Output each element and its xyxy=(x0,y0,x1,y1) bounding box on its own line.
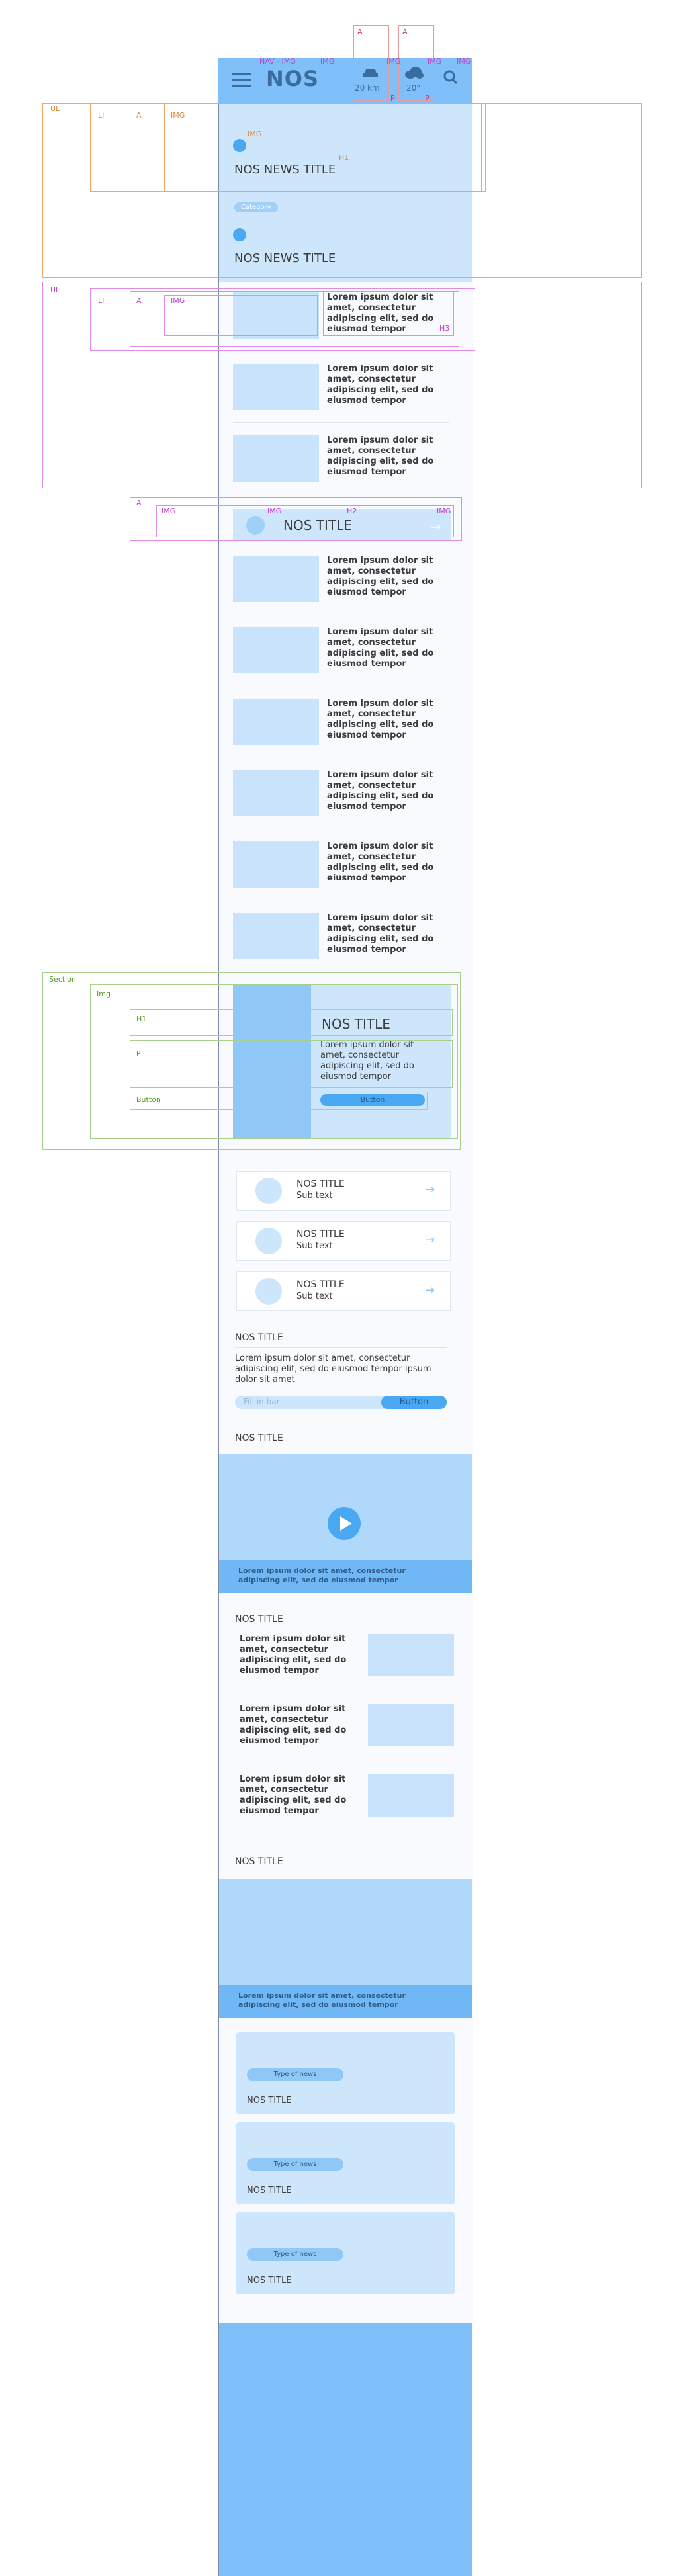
arrow-icon: → xyxy=(425,1183,435,1197)
annot-label-p: P xyxy=(136,1049,141,1058)
annot-label-a: A xyxy=(402,28,408,36)
list1-text-5[interactable]: Lorem ipsum dolor sit amet, consectetur … xyxy=(327,627,439,669)
annot-label-ul: UL xyxy=(50,105,60,113)
divider xyxy=(235,1347,447,1348)
list1-text-7[interactable]: Lorem ipsum dolor sit amet, consectetur … xyxy=(327,770,439,812)
footer xyxy=(219,2323,472,2576)
row-3-avatar xyxy=(255,1278,282,1305)
annot-label-nav: NAV - IMG xyxy=(259,57,296,65)
annot-label-p: P xyxy=(425,94,430,103)
list1-thumb-9 xyxy=(233,913,319,959)
annot-label-img: IMG xyxy=(267,507,282,515)
list2-text-1[interactable]: Lorem ipsum dolor sit amet, consectetur … xyxy=(240,1634,352,1676)
annot-label-a: A xyxy=(357,28,363,36)
list2-text-2[interactable]: Lorem ipsum dolor sit amet, consectetur … xyxy=(240,1704,352,1746)
annot-h1-section xyxy=(130,1009,453,1036)
video-caption: Lorem ipsum dolor sit amet, consectetur … xyxy=(238,1567,406,1584)
annot-label-img: IMG xyxy=(171,296,185,305)
annot-button-section xyxy=(130,1092,428,1110)
list1-text-4[interactable]: Lorem ipsum dolor sit amet, consectetur … xyxy=(327,556,439,598)
list1-thumb-6 xyxy=(233,699,319,745)
form-button[interactable]: Button xyxy=(381,1396,447,1409)
list1-thumb-7 xyxy=(233,770,319,816)
row-2-sub: Sub text xyxy=(296,1241,333,1251)
annot-label-h2: H2 xyxy=(347,507,357,515)
list2-title: NOS TITLE xyxy=(235,1614,283,1625)
annot-label-img: IMG xyxy=(457,57,471,65)
annot-label-img: IMG xyxy=(171,111,185,120)
annot-label-img: IMG xyxy=(161,507,176,515)
annot-img-2 xyxy=(164,295,318,336)
row-1-title: NOS TITLE xyxy=(296,1179,345,1189)
list1-text-8[interactable]: Lorem ipsum dolor sit amet, consectetur … xyxy=(327,841,439,884)
annot-label-img: Img xyxy=(97,990,111,998)
list2-thumb-1 xyxy=(368,1634,454,1676)
list1-thumb-5 xyxy=(233,627,319,673)
annot-label-button: Button xyxy=(136,1095,161,1104)
list1-text-6[interactable]: Lorem ipsum dolor sit amet, consectetur … xyxy=(327,699,439,741)
annot-label-li: LI xyxy=(98,296,105,305)
annot-label-a: A xyxy=(136,111,142,120)
list2-text-3[interactable]: Lorem ipsum dolor sit amet, consectetur … xyxy=(240,1774,352,1817)
annot-label-a: A xyxy=(136,499,142,507)
annot-a-box-1 xyxy=(353,25,389,101)
fill-in-placeholder: Fill in bar xyxy=(244,1397,280,1406)
annot-label-section: Section xyxy=(49,975,76,984)
card-3-title: NOS TITLE xyxy=(247,2276,292,2286)
arrow-icon: → xyxy=(425,1233,435,1247)
card-3-tag: Type of news xyxy=(247,2248,343,2261)
list1-text-9[interactable]: Lorem ipsum dolor sit amet, consectetur … xyxy=(327,913,439,955)
gallery-image[interactable] xyxy=(219,1879,472,1985)
row-1-sub: Sub text xyxy=(296,1191,333,1201)
row-3-title: NOS TITLE xyxy=(296,1279,345,1290)
annot-img-1 xyxy=(164,103,476,192)
annot-label-a: A xyxy=(136,296,142,305)
row-2-avatar xyxy=(255,1228,282,1254)
annot-label-li: LI xyxy=(98,111,105,120)
row-2-title: NOS TITLE xyxy=(296,1229,345,1240)
nos-logo[interactable]: NOS xyxy=(266,66,319,91)
card-2-tag: Type of news xyxy=(247,2158,343,2171)
annot-label-h3: H3 xyxy=(439,324,450,333)
gallery-title: NOS TITLE xyxy=(235,1856,283,1867)
menu-icon[interactable] xyxy=(232,73,251,87)
annot-p-section xyxy=(130,1040,453,1088)
list2-thumb-3 xyxy=(368,1774,454,1817)
annot-label-img: IMG xyxy=(386,57,401,65)
play-icon[interactable] xyxy=(328,1507,361,1540)
form-text: Lorem ipsum dolor sit amet, consectetur … xyxy=(235,1353,431,1385)
video-title: NOS TITLE xyxy=(235,1433,283,1443)
card-1-title: NOS TITLE xyxy=(247,2096,292,2106)
card-1-tag: Type of news xyxy=(247,2068,343,2081)
gallery-caption: Lorem ipsum dolor sit amet, consectetur … xyxy=(238,1991,406,2009)
annot-label-h1: H1 xyxy=(339,153,349,162)
list1-thumb-4 xyxy=(233,556,319,602)
annot-label-p: P xyxy=(390,94,395,103)
annot-label-h1: H1 xyxy=(136,1015,147,1023)
list2-thumb-2 xyxy=(368,1704,454,1746)
annot-label-img: IMG xyxy=(428,57,442,65)
row-3-sub: Sub text xyxy=(296,1291,333,1301)
form-title: NOS TITLE xyxy=(235,1332,283,1343)
annot-label-img: IMG xyxy=(437,507,451,515)
search-icon[interactable] xyxy=(443,70,458,85)
annot-label-ul: UL xyxy=(50,286,60,294)
card-2-title: NOS TITLE xyxy=(247,2186,292,2196)
list1-thumb-8 xyxy=(233,841,319,888)
row-1-avatar xyxy=(255,1178,282,1204)
annot-label-img: IMG xyxy=(320,57,335,65)
arrow-icon: → xyxy=(425,1283,435,1297)
annot-label-img: IMG xyxy=(248,130,262,138)
annot-h3 xyxy=(323,291,454,336)
annot-img-3 xyxy=(156,505,454,537)
